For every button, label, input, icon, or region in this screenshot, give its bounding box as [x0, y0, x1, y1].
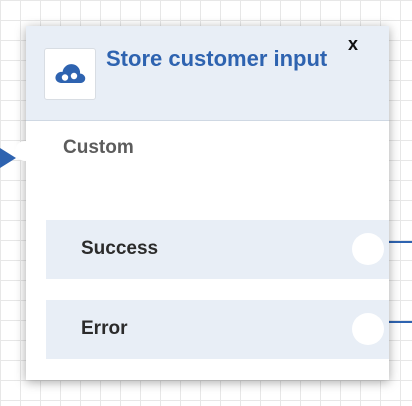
block-header: Store customer input x [26, 26, 389, 121]
output-port-success[interactable] [352, 233, 384, 265]
block-type-label: Custom [63, 137, 134, 158]
flow-block-card[interactable]: Store customer input x Custom Success Er… [15, 26, 389, 380]
input-port[interactable] [15, 141, 35, 161]
branch-label-success: Success [81, 238, 159, 259]
error-connector-line [386, 321, 412, 323]
branch-success: Success [46, 220, 389, 279]
output-port-error[interactable] [352, 313, 384, 345]
close-button[interactable]: x [348, 34, 358, 55]
cloud-icon [55, 64, 86, 83]
branch-label-error: Error [81, 318, 128, 339]
block-title: Store customer input [106, 46, 328, 71]
block-icon-container [44, 48, 96, 100]
incoming-connector-arrow [0, 148, 16, 168]
branch-error: Error [46, 300, 389, 359]
success-connector-line [386, 241, 412, 243]
